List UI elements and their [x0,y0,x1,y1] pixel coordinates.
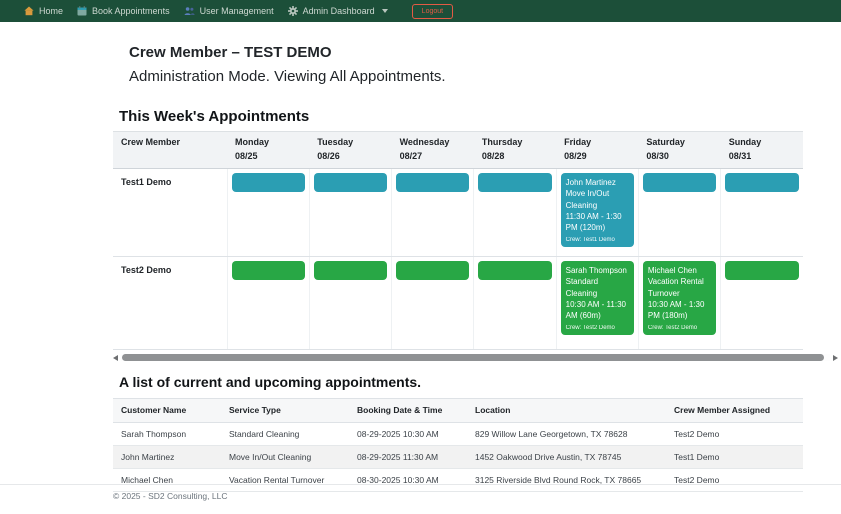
nav-item-label: Admin Dashboard [303,6,375,16]
scrollbar-track[interactable] [121,354,830,361]
nav-item-admin-dashboard[interactable]: Admin Dashboard [288,6,388,16]
page-subtitle: Administration Mode. Viewing All Appoint… [129,66,803,87]
cell-service: Standard Cleaning [221,422,349,445]
nav-item-label: User Management [200,6,274,16]
appointment-customer: John Martinez [566,177,629,188]
appointment-crew-label: Crew: Test1 Demo [566,236,629,245]
schedule-row-test1-demo: Test1 Demo John Martinez Move In/Out Cle… [113,168,803,256]
scrollbar-thumb[interactable] [122,354,824,361]
appointments-header-row: Customer Name Service Type Booking Date … [113,399,803,422]
home-icon [24,6,34,16]
week-header-row: Crew Member Monday08/25 Tuesday08/26 Wed… [113,132,803,169]
appointment-card[interactable]: John Martinez Move In/Out Cleaning 11:30… [561,173,634,247]
appointments-table: Customer Name Service Type Booking Date … [113,398,803,492]
gear-icon [288,6,298,16]
nav-item-home[interactable]: Home [24,6,63,16]
nav-item-label: Book Appointments [92,6,170,16]
crew-member-name: Test1 Demo [113,169,227,195]
cell-location: 829 Willow Lane Georgetown, TX 78628 [467,422,666,445]
users-icon [184,6,195,16]
nav-item-user-management[interactable]: User Management [184,6,274,16]
appointment-time: 11:30 AM - 1:30 PM (120m) [566,211,629,234]
cell-location: 1452 Oakwood Drive Austin, TX 78745 [467,445,666,468]
col-service-type: Service Type [221,399,349,422]
page-footer: © 2025 - SD2 Consulting, LLC [0,484,841,501]
crew-member-name: Test2 Demo [113,257,227,283]
cell-datetime: 08-29-2025 11:30 AM [349,445,467,468]
appointment-bar[interactable] [314,173,387,192]
appointment-card[interactable]: Sarah Thompson Standard Cleaning 10:30 A… [561,261,634,335]
cell-crew: Test1 Demo [666,445,803,468]
col-crew-member-assigned: Crew Member Assigned [666,399,803,422]
cell-crew: Test2 Demo [666,422,803,445]
top-navbar: Home Book Appointments User Management [0,0,841,22]
cell-service: Move In/Out Cleaning [221,445,349,468]
weekly-schedule-table: Crew Member Monday08/25 Tuesday08/26 Wed… [113,131,803,350]
scroll-left-arrow-icon[interactable] [113,355,118,361]
appointment-bar[interactable] [232,261,305,280]
appointment-service: Standard Cleaning [566,276,629,299]
table-row: John Martinez Move In/Out Cleaning 08-29… [113,445,803,468]
week-col-monday: Monday08/25 [227,132,309,169]
appointment-bar[interactable] [643,173,716,192]
week-col-crew-member: Crew Member [113,132,227,169]
appointment-time: 10:30 AM - 11:30 AM (60m) [566,299,629,322]
appointment-bar[interactable] [725,173,799,192]
week-col-friday: Friday08/29 [556,132,638,169]
copyright-text: © 2025 - SD2 Consulting, LLC [113,491,227,501]
nav-item-label: Home [39,6,63,16]
appointment-service: Move In/Out Cleaning [566,188,629,211]
appointment-customer: Michael Chen [648,265,711,276]
horizontal-scrollbar [113,354,838,362]
appointment-bar[interactable] [396,261,469,280]
week-col-thursday: Thursday08/28 [474,132,556,169]
nav-item-book-appointments[interactable]: Book Appointments [77,6,170,16]
calendar-icon [77,6,87,16]
appointment-bar[interactable] [232,173,305,192]
appointment-card[interactable]: Michael Chen Vacation Rental Turnover 10… [643,261,716,335]
appointment-bar[interactable] [478,173,551,192]
cell-customer: Sarah Thompson [113,422,221,445]
col-booking-datetime: Booking Date & Time [349,399,467,422]
chevron-down-icon [382,9,388,13]
col-location: Location [467,399,666,422]
col-customer-name: Customer Name [113,399,221,422]
table-row: Sarah Thompson Standard Cleaning 08-29-2… [113,422,803,445]
week-col-tuesday: Tuesday08/26 [309,132,391,169]
main-content: Crew Member – TEST DEMO Administration M… [113,30,803,492]
appointment-bar[interactable] [725,261,799,280]
logout-button[interactable]: Logout [412,4,453,19]
scroll-right-arrow-icon[interactable] [833,355,838,361]
cell-datetime: 08-29-2025 10:30 AM [349,422,467,445]
appointment-bar[interactable] [478,261,551,280]
appointment-bar[interactable] [314,261,387,280]
appointment-crew-label: Crew: Test2 Demo [648,324,711,333]
appointments-list-heading: A list of current and upcoming appointme… [119,373,803,393]
schedule-row-test2-demo: Test2 Demo Sarah Thompson Standard Clean… [113,256,803,349]
week-section-heading: This Week's Appointments [119,106,803,127]
appointment-bar[interactable] [396,173,469,192]
week-col-wednesday: Wednesday08/27 [392,132,474,169]
appointment-time: 10:30 AM - 1:30 PM (180m) [648,299,711,322]
cell-customer: John Martinez [113,445,221,468]
appointment-customer: Sarah Thompson [566,265,629,276]
appointment-service: Vacation Rental Turnover [648,276,711,299]
week-col-sunday: Sunday08/31 [721,132,803,169]
week-col-saturday: Saturday08/30 [638,132,720,169]
page-title: Crew Member – TEST DEMO [129,42,803,63]
appointment-crew-label: Crew: Test2 Demo [566,324,629,333]
